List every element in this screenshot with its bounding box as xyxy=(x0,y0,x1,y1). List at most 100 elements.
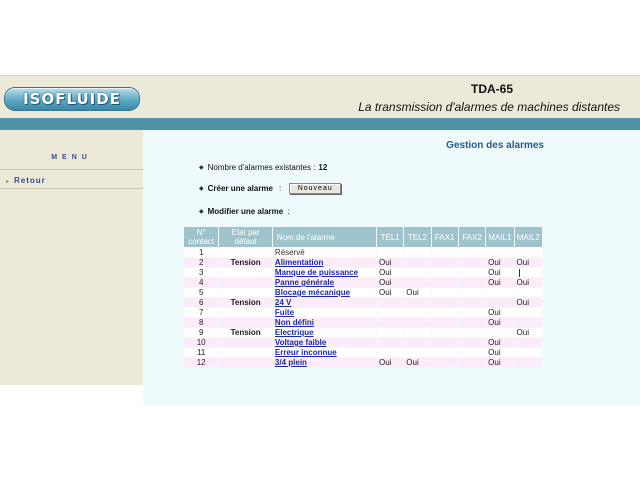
bullet-icon: ◆ xyxy=(199,209,204,215)
alarm-name-cell: Erreur inconnue xyxy=(272,348,377,357)
alarm-name-link[interactable]: Fuite xyxy=(275,308,294,317)
menu-divider xyxy=(0,188,143,189)
sidebar-item-retour[interactable]: ▸ Retour xyxy=(6,176,46,185)
mail1-flag: Oui xyxy=(486,258,514,267)
app-subtitle: La transmission d'alarmes de machines di… xyxy=(358,100,620,114)
alarm-name-link[interactable]: Alimentation xyxy=(275,258,323,267)
alarm-name-cell: Blocage mécanique xyxy=(272,288,377,297)
tel2-flag xyxy=(404,308,431,317)
contact-number: 1 xyxy=(184,248,219,257)
isofluide-logo[interactable]: ISOFLUIDE xyxy=(4,87,140,111)
modify-alarm-label: Modifier une alarme xyxy=(207,207,284,216)
tel2-flag xyxy=(404,348,431,357)
text-cursor-icon xyxy=(518,268,520,277)
default-state xyxy=(219,288,272,297)
col-fax1: FAX1 xyxy=(431,227,458,247)
tel1-flag: Oui xyxy=(377,278,404,287)
alarm-name-cell: Alimentation xyxy=(272,258,377,267)
col-default-state: Etat par défaut xyxy=(219,227,272,247)
contact-number: 3 xyxy=(184,268,219,277)
contact-number: 7 xyxy=(184,308,219,317)
mail2-flag: Oui xyxy=(514,298,542,307)
new-alarm-button[interactable]: Nouveau xyxy=(289,183,342,194)
fax2-flag xyxy=(458,348,486,357)
fax2-flag xyxy=(458,328,486,337)
alarm-name-link[interactable]: 3/4 plein xyxy=(275,358,307,367)
table-row: 4 Panne générale Oui Oui Oui xyxy=(184,278,542,287)
table-header-row: N° contact Etat par défaut Nom de l'alar… xyxy=(184,227,542,247)
alarm-name-cell: Fuite xyxy=(272,308,377,317)
alarm-name-link[interactable]: Electrique xyxy=(275,328,314,337)
create-alarm-label: Créer une alarme xyxy=(207,184,273,193)
col-mail1: MAIL1 xyxy=(486,227,514,247)
col-contact: N° contact xyxy=(184,227,219,247)
mail1-flag: Oui xyxy=(486,358,514,367)
table-row: 9 Tension Electrique Oui xyxy=(184,328,542,337)
mail2-flag xyxy=(514,358,542,367)
fax1-flag xyxy=(431,298,458,307)
table-row: 6 Tension 24 V Oui xyxy=(184,298,542,307)
bullet-icon: ◆ xyxy=(199,165,204,171)
tel1-flag xyxy=(377,308,404,317)
table-row: 2 Tension Alimentation Oui Oui Oui xyxy=(184,258,542,267)
fax2-flag xyxy=(458,258,486,267)
tel2-flag xyxy=(404,278,431,287)
tel2-flag xyxy=(404,248,431,257)
main-content: Gestion des alarmes ◆ Nombre d'alarmes e… xyxy=(143,130,640,405)
alarm-name-cell: 24 V xyxy=(272,298,377,307)
fax1-flag xyxy=(431,338,458,347)
fax1-flag xyxy=(431,348,458,357)
table-row: 7 Fuite Oui xyxy=(184,308,542,317)
mail2-flag xyxy=(514,288,542,297)
alarm-name-cell: Non défini xyxy=(272,318,377,327)
contact-number: 2 xyxy=(184,258,219,267)
col-tel1: TEL1 xyxy=(377,227,404,247)
tel1-flag: Oui xyxy=(377,288,404,297)
table-row: 10 Voltage faible Oui xyxy=(184,338,542,347)
tel2-flag xyxy=(404,258,431,267)
modify-alarm-separator: : xyxy=(287,207,290,216)
mail2-flag: Oui xyxy=(514,258,542,267)
mail1-flag: Oui xyxy=(486,308,514,317)
contact-number: 12 xyxy=(184,358,219,367)
alarm-name-link[interactable]: Blocage mécanique xyxy=(275,288,350,297)
alarm-name-cell: Manque de puissance xyxy=(272,268,377,277)
default-state xyxy=(219,358,272,367)
alarm-name-link[interactable]: 24 V xyxy=(275,298,291,307)
fax1-flag xyxy=(431,268,458,277)
alarm-name-cell: Réservé xyxy=(272,248,377,257)
fax2-flag xyxy=(458,358,486,367)
default-state xyxy=(219,278,272,287)
alarm-name-link[interactable]: Erreur inconnue xyxy=(275,348,337,357)
alarm-name-cell: Voltage faible xyxy=(272,338,377,347)
tel2-flag xyxy=(404,338,431,347)
alarm-name-link[interactable]: Panne générale xyxy=(275,278,334,287)
default-state xyxy=(219,338,272,347)
default-state xyxy=(219,248,272,257)
mail1-flag: Oui xyxy=(486,348,514,357)
table-row: 8 Non défini Oui xyxy=(184,318,542,327)
alarm-name-link[interactable]: Non défini xyxy=(275,318,314,327)
tel2-flag: Oui xyxy=(404,288,431,297)
mail2-flag xyxy=(514,318,542,327)
sidebar-item-label: Retour xyxy=(14,176,46,185)
table-row: 5 Blocage mécanique Oui Oui xyxy=(184,288,542,297)
alarm-count-value: 12 xyxy=(318,163,328,172)
alarm-name-link[interactable]: Manque de puissance xyxy=(275,268,358,277)
default-state: Tension xyxy=(219,258,272,267)
modify-alarm-line: ◆ Modifier une alarme : xyxy=(199,207,289,216)
mail2-flag xyxy=(514,268,542,277)
menu-bullet-icon: ▸ xyxy=(6,179,11,185)
tel2-flag: Oui xyxy=(404,358,431,367)
default-state: Tension xyxy=(219,298,272,307)
mail1-flag xyxy=(486,328,514,337)
table-row: 11 Erreur inconnue Oui xyxy=(184,348,542,357)
logo-text: ISOFLUIDE xyxy=(23,90,121,108)
alarm-name-link[interactable]: Voltage faible xyxy=(275,338,326,347)
contact-number: 10 xyxy=(184,338,219,347)
fax2-flag xyxy=(458,308,486,317)
tel1-flag: Oui xyxy=(377,258,404,267)
tel1-flag xyxy=(377,298,404,307)
mail1-flag xyxy=(486,288,514,297)
tel1-flag xyxy=(377,318,404,327)
